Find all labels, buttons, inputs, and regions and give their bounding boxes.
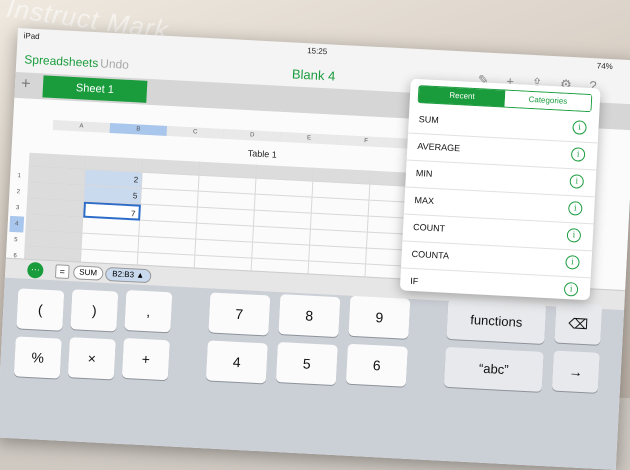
function-name: MAX xyxy=(414,194,435,207)
function-name: COUNTA xyxy=(411,248,450,261)
info-icon[interactable]: i xyxy=(566,228,582,243)
key-6[interactable]: 6 xyxy=(345,343,408,387)
function-name: COUNT xyxy=(412,221,446,234)
tab-categories[interactable]: Categories xyxy=(504,90,592,112)
function-name: AVERAGE xyxy=(417,141,461,154)
column-header-b[interactable]: B xyxy=(109,122,169,136)
key-7[interactable]: 7 xyxy=(208,292,271,336)
row-header-4[interactable]: 4 xyxy=(9,215,25,233)
more-options-button[interactable]: ··· xyxy=(26,261,44,279)
function-browser-popover: Recent Categories SUM i AVERAGE i MIN i MAX i CO… xyxy=(399,78,601,301)
functions-key[interactable]: functions xyxy=(446,298,547,344)
row-header-5[interactable]: 5 xyxy=(8,232,23,249)
document-title: Blank 4 xyxy=(291,66,336,84)
carrier-label: iPad xyxy=(23,31,40,42)
delete-key[interactable]: ⌫ xyxy=(554,302,603,345)
function-list: SUM i AVERAGE i MIN i MAX i COUNT i COUNTA i IF i xyxy=(399,106,600,301)
formula-range-token[interactable]: B2:B3 ▲ xyxy=(104,266,152,284)
row-header-1[interactable]: 1 xyxy=(12,168,27,185)
key-4[interactable]: 4 xyxy=(205,340,268,384)
row-header-2[interactable]: 2 xyxy=(11,184,26,201)
column-header-d[interactable]: D xyxy=(223,128,282,142)
function-name: SUM xyxy=(418,114,440,126)
column-header-f[interactable]: F xyxy=(337,134,396,148)
key-close-paren[interactable]: ) xyxy=(70,289,119,332)
info-icon[interactable]: i xyxy=(569,174,585,189)
text-mode-key[interactable]: “abc” xyxy=(443,346,544,392)
tab-recent[interactable]: Recent xyxy=(418,86,506,107)
key-9[interactable]: 9 xyxy=(348,295,411,339)
formula-keyboard: ( ) , 7 8 9 functions ⌫ % × + 4 5 6 “abc… xyxy=(0,277,625,470)
key-8[interactable]: 8 xyxy=(278,294,341,338)
info-icon[interactable]: i xyxy=(565,254,580,270)
info-icon[interactable]: i xyxy=(572,120,587,135)
key-5[interactable]: 5 xyxy=(275,342,338,386)
key-comma[interactable]: , xyxy=(124,290,173,333)
info-icon[interactable]: i xyxy=(563,281,579,297)
info-icon[interactable]: i xyxy=(567,201,583,216)
key-percent[interactable]: % xyxy=(13,336,62,379)
key-open-paren[interactable]: ( xyxy=(16,288,65,331)
function-name: MIN xyxy=(415,168,433,179)
table-title[interactable]: Table 1 xyxy=(248,148,278,160)
undo-button[interactable]: Undo xyxy=(100,56,129,71)
info-icon[interactable]: i xyxy=(570,147,586,162)
tab-sheet-1[interactable]: Sheet 1 xyxy=(42,75,148,103)
next-cell-key[interactable]: → xyxy=(551,350,600,393)
formula-function-token[interactable]: SUM xyxy=(72,265,104,281)
column-header-a[interactable]: A xyxy=(52,119,112,133)
formula-equals-token: = xyxy=(54,264,70,280)
column-header-e[interactable]: E xyxy=(280,131,339,145)
ipad-screen: iPad 15:25 74% Spreadsheets Undo Blank 4… xyxy=(0,28,630,470)
add-sheet-button[interactable]: + xyxy=(21,75,31,93)
clock: 15:25 xyxy=(306,46,328,57)
column-header-c[interactable]: C xyxy=(166,125,225,139)
function-name: IF xyxy=(410,275,419,287)
row-header-3[interactable]: 3 xyxy=(10,200,25,217)
battery-level: 74% xyxy=(596,61,614,72)
spreadsheets-button[interactable]: Spreadsheets xyxy=(24,52,99,70)
key-multiply[interactable]: × xyxy=(67,337,116,380)
key-plus[interactable]: + xyxy=(121,337,170,381)
